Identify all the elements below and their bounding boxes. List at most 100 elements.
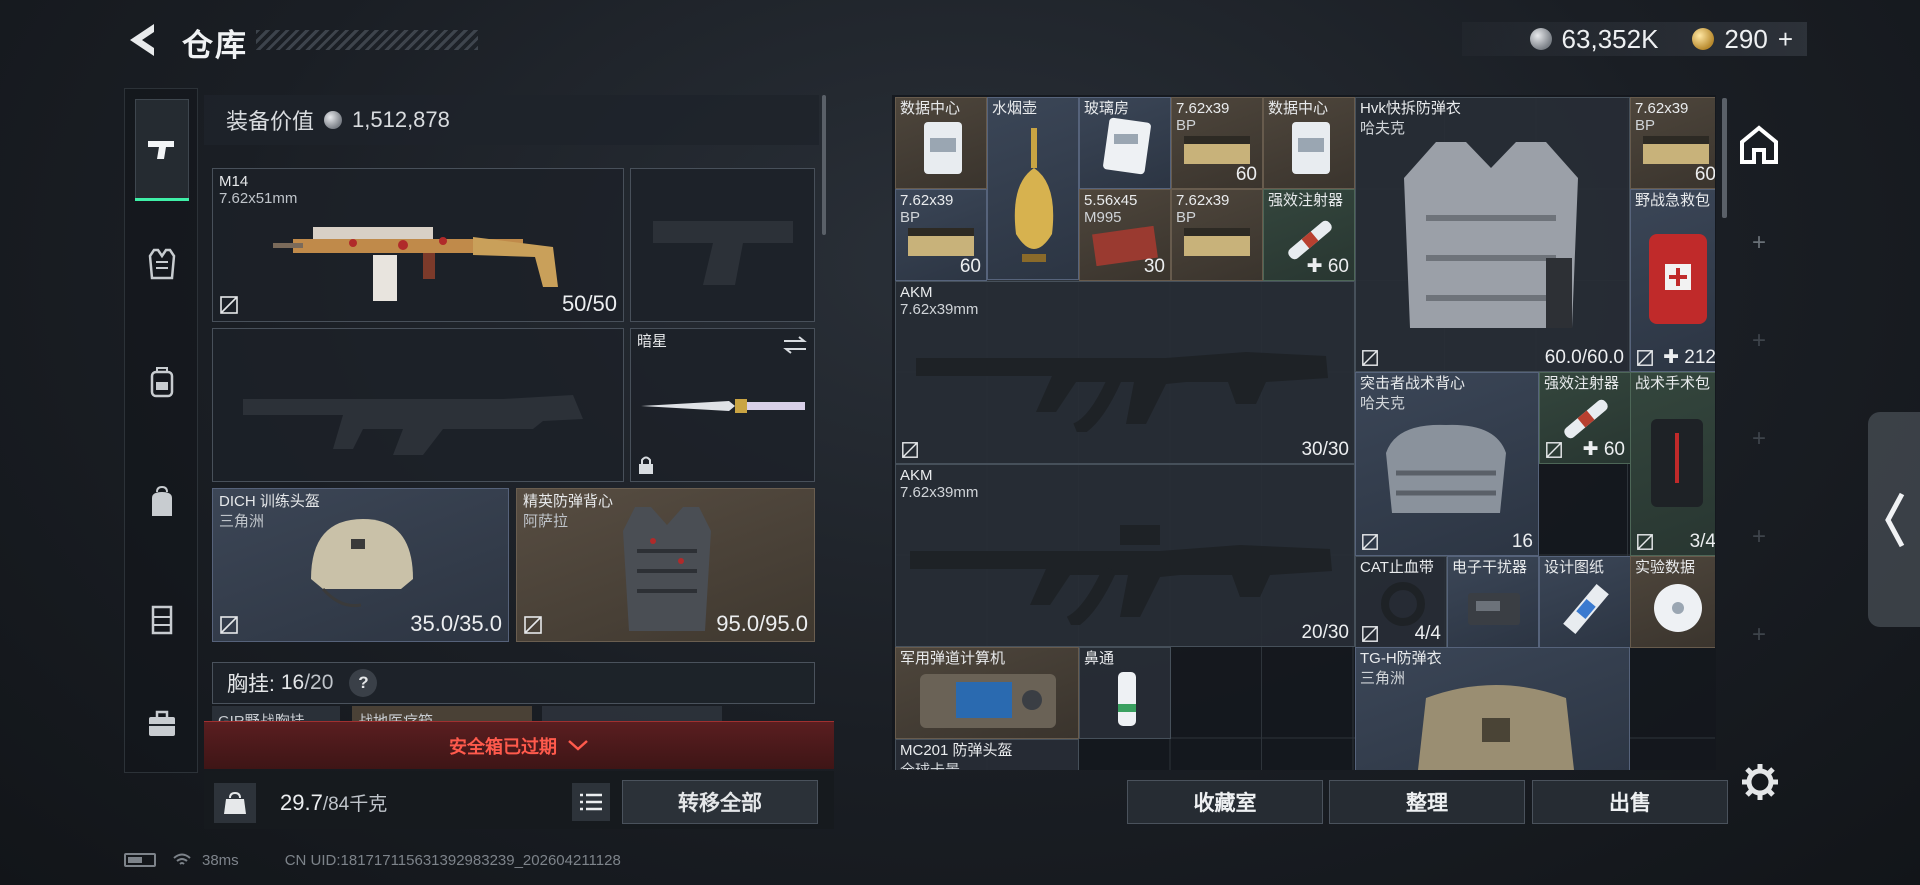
item-name: 5.56x45 [1084,192,1138,209]
storage-tab-main[interactable] [1728,115,1790,175]
rail-tab-armor[interactable] [135,214,189,314]
storage-tab-add[interactable]: + [1728,409,1790,469]
storage-tab-add[interactable]: + [1728,507,1790,567]
chest-rig-bar[interactable]: 胸挂: 16/20 ? [212,662,815,704]
primary-weapon-slot[interactable]: M14 7.62x51mm 50/50 [212,168,624,322]
storage-item[interactable]: AKM 7.62x39mm 30/30 [895,281,1355,464]
storage-item[interactable]: Hvk快拆防弹衣 哈夫克 60.0/60.0 [1355,97,1630,372]
category-rail [124,88,198,773]
item-sub: 哈夫克 [1360,120,1406,137]
gold-amount: 290 [1724,23,1768,54]
item-name: 强效注射器 [1268,192,1344,209]
plus-icon: + [1751,425,1766,452]
help-icon[interactable]: ? [349,669,378,697]
backpack-icon [150,367,174,398]
storage-item[interactable]: MC201 防弹头盔 全球卡景 [895,739,1079,770]
storage-item[interactable]: 7.62x39 BP 60 [1171,97,1263,189]
storage-item[interactable]: 野战急救包 ✚ 212 [1630,189,1715,372]
no-drop-icon [1362,534,1378,550]
collection-room-button[interactable]: 收藏室 [1127,780,1323,824]
no-drop-icon [1362,350,1378,366]
storage-item[interactable]: 7.62x39 BP [1171,189,1263,281]
weight-max: /84千克 [322,794,388,815]
item-name: TG-H防弹衣 [1360,650,1442,667]
melee-slot[interactable]: 暗星 [630,328,815,482]
item-name: 电子干扰器 [1452,559,1528,576]
data-drive-icon [1292,122,1330,174]
item-count: 60 [1694,164,1715,185]
transfer-all-button[interactable]: 转移全部 [622,780,818,824]
item-name: 突击者战术背心 [1360,375,1466,392]
item-name: Hvk快拆防弹衣 [1360,100,1461,117]
blueprint-icon [1563,583,1609,635]
wifi-icon [173,853,191,865]
rail-tab-weapons[interactable] [135,99,189,201]
rail-tab-case[interactable] [135,674,189,774]
settings-button[interactable] [1740,762,1784,806]
warehouse-icon [1740,125,1778,164]
ammo-box-icon [908,228,974,256]
storage-item[interactable]: CAT止血带 4/4 [1355,556,1447,648]
storage-item[interactable]: TG-H防弹衣 三角洲 [1355,647,1630,770]
storage-item[interactable]: AKM 7.62x39mm 20/30 [895,464,1355,647]
storage-item[interactable]: 玻璃房 [1079,97,1171,189]
item-ammo: 20/30 [1301,622,1349,643]
storage-tab-add[interactable]: + [1728,213,1790,273]
loadout-scrollbar[interactable] [822,95,826,235]
no-drop-icon [220,296,238,314]
storage-item[interactable]: 战术手术包 3/4 [1630,372,1715,556]
sort-button[interactable]: 整理 [1329,780,1525,824]
storage-item[interactable]: 数据中心 [895,97,987,189]
list-view-button[interactable] [572,783,610,821]
gold-coin-icon [1692,28,1715,50]
tourniquet-icon [1381,582,1425,626]
data-disc-icon [1654,584,1702,632]
battery-icon [124,853,156,867]
storage-item[interactable]: 水烟壶 [987,97,1079,280]
storage-item[interactable]: 军用弹道计算机 [895,647,1079,739]
storage-item[interactable]: 强效注射器 ✚ 60 [1263,189,1355,281]
hookah-icon [1014,128,1054,262]
storage-item[interactable]: 数据中心 [1263,97,1355,189]
storage-item[interactable]: 7.62x39 BP 60 [895,189,987,281]
pistol-icon [148,141,174,159]
surgical-kit-icon [1651,419,1703,507]
item-count: 30 [1143,256,1165,277]
storage-item[interactable]: 突击者战术背心 哈夫克 16 [1355,372,1539,556]
add-currency-button[interactable]: + [1778,24,1793,55]
storage-tab-add[interactable]: + [1728,311,1790,371]
storage-item[interactable]: 7.62x39 BP 60 [1630,97,1715,189]
storage-item[interactable]: 5.56x45 M995 30 [1079,189,1171,281]
pistol-slot[interactable] [630,168,815,322]
item-name: 战术手术包 [1635,375,1711,392]
storage-item[interactable]: 电子干扰器 [1447,556,1539,648]
item-name: 野战急救包 [1635,192,1711,209]
secondary-weapon-slot[interactable] [212,328,624,482]
storage-item[interactable]: 实验数据 [1630,556,1715,648]
rail-tab-rig[interactable] [135,569,189,669]
storage-item[interactable]: 强效注射器 ✚ 60 [1539,372,1631,464]
storage-scrollbar[interactable] [1722,98,1727,218]
silver-coin-icon [324,111,343,129]
storage-tab-add[interactable]: + [1728,605,1790,665]
helmet-slot[interactable]: DICH 训练头盔 三角洲 35.0/35.0 [212,488,509,642]
back-button[interactable] [124,20,160,60]
swap-icon[interactable] [782,335,808,355]
side-panel-toggle[interactable] [1868,412,1920,627]
storage-item[interactable]: 设计图纸 [1539,556,1631,648]
rail-tab-bag[interactable] [135,452,189,552]
helmet-icon [311,519,413,608]
pistol-placeholder-icon [653,221,793,285]
chest-total: /20 [304,671,334,694]
back-arrow-icon [130,24,154,56]
no-drop-icon [1546,442,1562,458]
chest-label: 胸挂: [227,673,275,696]
rail-tab-backpack[interactable] [135,332,189,432]
sell-button[interactable]: 出售 [1532,780,1728,824]
armor-slot[interactable]: 精英防弹背心 阿萨拉 95.0/95.0 [516,488,815,642]
safe-box-expired-banner[interactable]: 安全箱已过期 [204,721,834,769]
helmet-map: 三角洲 [219,513,265,530]
storage-item[interactable]: 鼻通 [1079,647,1171,739]
ping-text: 38ms [202,851,239,869]
item-name: CAT止血带 [1360,559,1434,576]
